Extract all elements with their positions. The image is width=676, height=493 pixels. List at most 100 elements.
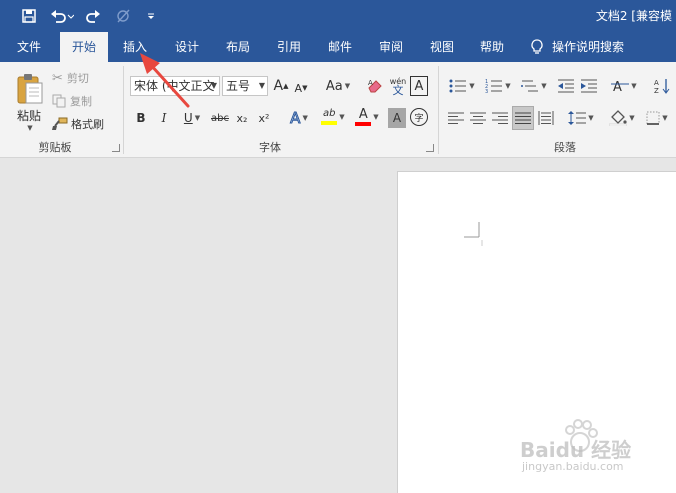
tab-mailings[interactable]: 邮件 — [318, 32, 362, 62]
shrink-font-button[interactable]: A ▼ — [292, 78, 310, 98]
touch-mode-icon[interactable] — [112, 5, 134, 27]
font-color-bar — [355, 121, 372, 126]
phonetic-guide-button[interactable]: wén 文 — [388, 74, 408, 98]
align-center-button[interactable] — [468, 108, 488, 128]
change-case-button[interactable]: Aa ▼ — [322, 76, 354, 96]
text-effects-icon: A — [290, 109, 301, 128]
tab-review[interactable]: 审阅 — [369, 32, 413, 62]
enclose-characters-icon: 字 — [414, 113, 424, 124]
format-painter-button[interactable]: 格式刷 — [52, 115, 110, 133]
cut-button[interactable]: ✂ 剪切 — [52, 69, 102, 87]
align-left-icon — [448, 112, 464, 124]
justify-icon — [515, 112, 531, 124]
save-icon[interactable] — [18, 5, 40, 27]
grow-font-button[interactable]: A ▲ — [272, 76, 290, 96]
align-left-button[interactable] — [446, 108, 466, 128]
clipboard-group-label: 剪贴板 — [38, 141, 72, 154]
format-painter-icon — [52, 117, 68, 130]
sort-button[interactable]: AZ — [652, 76, 672, 96]
ribbon-home: 粘贴 ▼ ✂ 剪切 复制 格式刷 剪贴板 宋体 (中文正文 ▼ 五号 ▼ A ▲ … — [0, 62, 676, 158]
decrease-indent-button[interactable] — [556, 76, 576, 96]
eraser-icon: A — [368, 79, 382, 93]
asian-layout-button[interactable]: A ▼ — [608, 76, 640, 96]
justify-button[interactable] — [512, 106, 534, 130]
subscript-icon: x₂ — [236, 111, 248, 125]
svg-text:Z: Z — [654, 87, 659, 94]
customize-icon[interactable] — [140, 5, 162, 27]
tell-me-search[interactable]: 操作说明搜索 — [530, 32, 640, 62]
copy-icon — [52, 94, 66, 108]
asian-layout-icon: A — [611, 80, 630, 94]
character-border-button[interactable]: A — [410, 76, 428, 96]
character-border-icon: A — [414, 78, 424, 94]
tab-insert[interactable]: 插入 — [113, 32, 157, 62]
line-spacing-button[interactable]: ▼ — [566, 108, 596, 128]
svg-text:A: A — [613, 80, 622, 94]
sort-icon: AZ — [654, 79, 670, 94]
undo-icon[interactable] — [48, 5, 76, 27]
font-color-button[interactable]: A ▼ — [352, 106, 382, 128]
svg-text:3: 3 — [485, 89, 488, 93]
superscript-button[interactable]: x² — [256, 108, 272, 128]
grow-font-icon: A — [273, 78, 284, 94]
align-right-button[interactable] — [490, 108, 510, 128]
shading-button[interactable]: ▼ — [606, 108, 638, 128]
borders-button[interactable]: ▼ — [642, 108, 672, 128]
strikethrough-button[interactable]: abc — [209, 108, 231, 128]
italic-button[interactable]: I — [155, 108, 173, 128]
tab-home[interactable]: 开始 — [60, 32, 108, 62]
tab-references[interactable]: 引用 — [267, 32, 311, 62]
distributed-button[interactable] — [536, 108, 556, 128]
multilevel-list-button[interactable]: ▼ — [518, 76, 550, 96]
group-divider — [123, 66, 124, 154]
character-shading-icon: A — [392, 111, 402, 125]
character-shading-button[interactable]: A — [388, 108, 406, 128]
text-effects-button[interactable]: A ▼ — [286, 108, 312, 128]
svg-text:A: A — [654, 79, 659, 87]
paragraph-group-label: 段落 — [554, 141, 576, 154]
highlight-button[interactable]: ab ▼ — [318, 106, 348, 128]
paste-button[interactable]: 粘贴 ▼ — [10, 68, 48, 136]
italic-icon: I — [161, 111, 167, 125]
numbering-icon: 123 — [485, 79, 503, 93]
font-group-label: 字体 — [259, 141, 281, 154]
copy-button[interactable]: 复制 — [52, 92, 102, 110]
font-name-combo[interactable]: 宋体 (中文正文 ▼ — [130, 76, 220, 96]
paint-bucket-icon — [609, 110, 628, 126]
tab-help[interactable]: 帮助 — [470, 32, 514, 62]
font-size-combo[interactable]: 五号 ▼ — [222, 76, 268, 96]
tab-view[interactable]: 视图 — [420, 32, 464, 62]
font-color-icon: A — [358, 106, 368, 122]
subscript-button[interactable]: x₂ — [234, 108, 250, 128]
ribbon-tab-bar: 文件 开始 插入 设计 布局 引用 邮件 审阅 视图 帮助 操作说明搜索 — [0, 32, 676, 62]
numbering-button[interactable]: 1 2 3 ▼ — [482, 76, 514, 96]
tab-layout[interactable]: 布局 — [216, 32, 260, 62]
tab-file[interactable]: 文件 — [6, 32, 52, 62]
underline-icon: U — [183, 111, 193, 125]
enclose-characters-button[interactable]: 字 — [410, 108, 428, 126]
tell-me-label: 操作说明搜索 — [552, 40, 625, 54]
margin-corner-mark — [464, 222, 483, 246]
underline-button[interactable]: U ▼ — [178, 108, 206, 128]
borders-icon — [646, 111, 660, 125]
highlight-icon: ab — [323, 108, 336, 119]
clipboard-launcher-icon[interactable] — [112, 144, 120, 152]
line-spacing-icon — [568, 111, 587, 125]
highlight-color-bar — [321, 121, 338, 125]
tab-design[interactable]: 设计 — [165, 32, 209, 62]
superscript-icon: x² — [258, 111, 270, 125]
bullets-button[interactable]: ▼ — [446, 76, 478, 96]
font-name-value: 宋体 (中文正文 — [134, 79, 215, 93]
bullets-icon — [449, 79, 467, 93]
chevron-down-icon: ▼ — [258, 81, 265, 90]
baidu-watermark: Baidu 经验 jingyan.baidu.com — [520, 416, 676, 476]
lightbulb-icon — [531, 39, 543, 54]
clear-formatting-button[interactable]: A — [366, 76, 384, 96]
increase-indent-button[interactable] — [579, 76, 599, 96]
paste-icon — [17, 73, 43, 103]
bold-icon: B — [136, 111, 146, 125]
font-launcher-icon[interactable] — [426, 144, 434, 152]
chevron-down-icon: ▼ — [210, 81, 217, 90]
redo-icon[interactable] — [83, 5, 105, 27]
bold-button[interactable]: B — [132, 108, 150, 128]
